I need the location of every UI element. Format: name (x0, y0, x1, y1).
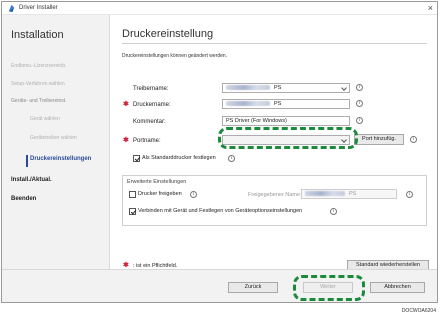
default-printer-label: Als Standarddrucker festlegen (142, 155, 216, 161)
redacted-value (226, 85, 270, 91)
share-name-label: Freigegebener Name: (248, 192, 302, 198)
sidebar-title: Installation (11, 29, 64, 41)
connect-device-label: Verbinden mit Gerät und Festlegen von Ge… (138, 208, 303, 214)
info-icon[interactable]: i (356, 84, 363, 91)
driver-installer-window: Driver Installer × Installation Endbenu.… (1, 1, 438, 303)
required-marker: ✱ (123, 262, 129, 269)
window-title: Driver Installer (19, 5, 58, 11)
connect-device-checkbox[interactable] (129, 208, 136, 215)
redacted-value (226, 101, 270, 107)
info-icon[interactable]: i (356, 100, 363, 107)
printer-name-input[interactable]: PS (222, 99, 350, 109)
wizard-sidebar: Installation Endbenu.-Lizenzvereinb. Set… (2, 15, 110, 269)
advanced-settings-group: Erweiterte Einstellungen Drucker freigeb… (122, 175, 427, 226)
info-icon[interactable]: i (356, 117, 363, 124)
driver-name-value: PS (274, 85, 282, 91)
share-printer-checkbox[interactable] (129, 191, 136, 198)
cancel-button[interactable]: Abbrechen (370, 282, 425, 293)
redacted-value (305, 191, 345, 197)
printer-name-value: PS (274, 101, 282, 107)
info-icon[interactable]: i (406, 191, 413, 198)
sidebar-item-install: Install./Aktual. (11, 177, 52, 183)
driver-name-label: Treibername: (133, 86, 169, 92)
info-icon[interactable]: i (330, 208, 337, 215)
page-description: Druckereinstellungen können geändert wer… (122, 53, 228, 59)
sidebar-item-device-settings: Geräte- und Treibereinst. (11, 98, 67, 104)
page-title: Druckereinstellung (122, 28, 214, 40)
next-button[interactable]: Weiter (303, 282, 353, 293)
share-name-input[interactable]: PS (301, 189, 397, 199)
main-panel: Druckereinstellung Druckereinstellungen … (111, 15, 437, 271)
default-printer-checkbox[interactable] (133, 155, 140, 162)
sidebar-item-setup: Setup-Verfahren wählen (11, 81, 65, 87)
close-icon[interactable]: × (428, 3, 433, 13)
info-icon[interactable]: i (190, 191, 197, 198)
port-name-label: Portname: (133, 138, 161, 144)
driver-name-select[interactable]: PS (222, 83, 350, 93)
info-icon[interactable]: i (410, 136, 417, 143)
title-divider (122, 43, 427, 44)
advanced-settings-title: Erweiterte Einstellungen (127, 179, 187, 185)
required-marker: ✱ (123, 137, 129, 144)
comment-label: Kommentar: (133, 119, 166, 125)
document-reference: DOCWOA6204 (401, 308, 436, 314)
printer-name-label: Druckername: (133, 102, 171, 108)
wizard-footer: Zurück Weiter Abbrechen (2, 269, 437, 302)
sidebar-item-select-device: Gerät wählen (30, 116, 60, 122)
add-port-button[interactable]: Port hinzufüg. (354, 134, 404, 145)
port-name-select[interactable] (222, 135, 350, 145)
required-marker: ✱ (123, 101, 129, 108)
app-icon (8, 4, 15, 13)
comment-input[interactable]: PS Driver (For Windows) (222, 116, 350, 126)
info-icon[interactable]: i (228, 155, 235, 162)
sidebar-item-license: Endbenu.-Lizenzvereinb. (11, 63, 67, 69)
title-bar: Driver Installer × (2, 2, 437, 15)
share-printer-label: Drucker freigeben (138, 191, 182, 197)
share-name-value: PS (349, 191, 357, 197)
sidebar-item-finish: Beenden (11, 196, 37, 202)
sidebar-item-select-driver: Gerätetreiber wählen (30, 135, 77, 141)
sidebar-item-printer-settings: Druckereinstellungen (30, 156, 92, 162)
active-step-indicator (26, 155, 28, 167)
back-button[interactable]: Zurück (228, 282, 278, 293)
